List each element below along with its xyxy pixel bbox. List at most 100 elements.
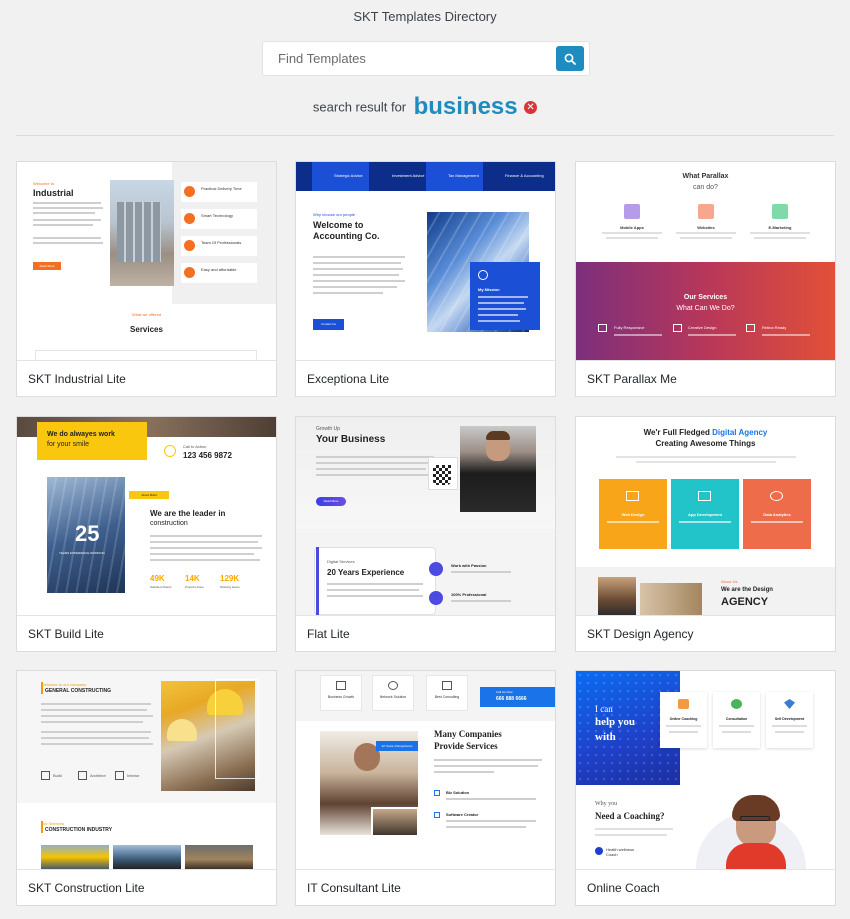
thumb-heading: Provide Services (434, 741, 498, 751)
template-card[interactable]: Business Growth Network Solution Best Co… (295, 670, 556, 906)
feature-text: Self Development (774, 717, 805, 721)
thumb-text: Our Services (41, 821, 65, 826)
template-card[interactable]: I can help you with Online Coaching Cons… (575, 670, 836, 906)
template-name[interactable]: SKT Construction Lite (17, 869, 276, 905)
template-thumbnail[interactable]: Welcome to Industrial Read More Practica… (17, 162, 276, 360)
thumb-text: construction (150, 520, 188, 527)
template-name[interactable]: SKT Build Lite (17, 615, 276, 651)
template-thumbnail[interactable]: Welcome to our company GENERAL CONSTRUCT… (17, 671, 276, 869)
template-card[interactable]: We do alwayes work for your smile Call t… (16, 416, 277, 652)
template-name[interactable]: SKT Parallax Me (576, 360, 835, 396)
template-name[interactable]: SKT Industrial Lite (17, 360, 276, 396)
thumb-heading: 20 Years Experience (327, 568, 405, 577)
thumb-text: About Us (721, 579, 738, 584)
thumb-heading: My Mission (478, 287, 500, 292)
thumb-heading: 25 (75, 521, 100, 546)
feature-text: Work with Passion (451, 563, 487, 568)
thumb-heading: Your Business (316, 434, 386, 445)
template-name[interactable]: SKT Design Agency (576, 615, 835, 651)
feature-text: Architect (90, 773, 106, 778)
thumb-heading-highlight: Digital Agency (712, 428, 768, 437)
feature-text: Software Creator (446, 812, 479, 817)
feature-text: Retina Ready (762, 325, 787, 330)
page-title: SKT Templates Directory (353, 9, 497, 24)
template-thumbnail[interactable]: Strategic Advice Investment Advice Tax M… (296, 162, 555, 360)
feature-text: Easy and affordable (201, 267, 237, 272)
thumb-heading: Many Companies (434, 729, 502, 739)
thumb-heading: What Parallax (682, 173, 729, 180)
thumb-text: We are the Design (721, 587, 773, 593)
thumb-heading: can do? (693, 184, 718, 191)
feature-text: Creative Design (688, 325, 717, 330)
thumb-nav-item: Investment Advice (392, 173, 425, 178)
feature-text: Fully Responsive (614, 325, 645, 330)
thumb-heading: Our Services (683, 294, 728, 301)
close-icon[interactable]: ✕ (524, 100, 538, 114)
thumb-heading: What Can We Do? (676, 305, 735, 312)
template-name[interactable]: IT Consultant Lite (296, 869, 555, 905)
stat-value: 49K (150, 574, 165, 583)
thumb-heading: We do alwayes work (47, 431, 115, 438)
template-name[interactable]: Flat Lite (296, 615, 555, 651)
feature-text: Online Coaching (669, 717, 698, 721)
feature-text: Data Analytics (763, 512, 791, 517)
thumb-heading: Industrial (33, 188, 74, 198)
thumb-text: Welcome to (33, 181, 55, 186)
thumb-heading: Welcome to (313, 220, 364, 230)
thumb-heading: GENERAL CONSTRUCTING (45, 688, 112, 694)
thumb-button: Read More (33, 262, 61, 270)
template-thumbnail[interactable]: We'r Full Fledged Digital Agency Creatin… (576, 417, 835, 615)
template-card[interactable]: Welcome to Industrial Read More Practica… (16, 161, 277, 397)
feature-text: Practical Delivery Time (201, 186, 242, 191)
feature-text: E-Marketing (768, 225, 792, 230)
thumb-text: 22 Years of Experience (376, 741, 418, 751)
template-name[interactable]: Online Coach (576, 869, 835, 905)
thumb-heading: Need a Coaching? (595, 811, 665, 821)
thumb-text: Digital Services (327, 559, 355, 564)
template-thumbnail[interactable]: What Parallax can do? Mobile Apps Websit… (576, 162, 835, 360)
thumb-heading: 666 888 6666 (496, 696, 527, 702)
thumb-text: Call to Action (183, 444, 207, 449)
feature-text: Consultation (725, 717, 748, 721)
thumb-nav-item: Strategic Advice (334, 173, 363, 178)
thumb-heading: Creating Awesome Things (655, 439, 756, 448)
feature-text: Interior (127, 773, 140, 778)
search-bar (262, 41, 590, 76)
template-thumbnail[interactable]: I can help you with Online Coaching Cons… (576, 671, 835, 869)
feature-text: Network Solution (379, 695, 407, 699)
result-label: search result for (312, 99, 407, 115)
search-button[interactable] (556, 46, 584, 71)
template-thumbnail[interactable]: Business Growth Network Solution Best Co… (296, 671, 555, 869)
template-card[interactable]: Growth Up Your Business Read More Digita… (295, 416, 556, 652)
thumb-text: for your smile (47, 441, 90, 448)
thumb-heading: We'r Full Fledged (643, 428, 710, 437)
feature-text: Web Design (621, 512, 645, 517)
thumb-heading: We are the leader in (150, 509, 226, 518)
stat-value: 129K (220, 574, 240, 583)
stat-label: Projects Done (185, 585, 204, 589)
thumb-text: What we offered (131, 312, 162, 317)
thumb-nav-item: Tax Management (448, 173, 479, 178)
template-card[interactable]: We'r Full Fledged Digital Agency Creatin… (575, 416, 836, 652)
thumb-text: Why choose our people (313, 212, 356, 217)
feature-text: Best Consulting (434, 695, 460, 699)
search-icon (564, 53, 576, 65)
thumb-heading: AGENCY (721, 596, 769, 608)
thumb-text: Why you (595, 801, 618, 807)
thumb-heading: CONSTRUCTION INDUSTRY (45, 827, 113, 833)
thumb-heading: help you (595, 716, 636, 728)
template-card[interactable]: What Parallax can do? Mobile Apps Websit… (575, 161, 836, 397)
feature-text: Team Of Professionals (201, 240, 242, 245)
thumb-text: Welcome to our company (41, 682, 87, 687)
template-card[interactable]: Strategic Advice Investment Advice Tax M… (295, 161, 556, 397)
feature-text: Websites (697, 225, 715, 230)
search-input[interactable] (263, 42, 553, 75)
feature-text: Build (53, 773, 62, 778)
template-thumbnail[interactable]: Growth Up Your Business Read More Digita… (296, 417, 555, 615)
thumb-button: Contact Us (313, 319, 344, 330)
template-thumbnail[interactable]: We do alwayes work for your smile Call t… (17, 417, 276, 615)
template-name[interactable]: Exceptiona Lite (296, 360, 555, 396)
template-card[interactable]: Welcome to our company GENERAL CONSTRUCT… (16, 670, 277, 906)
thumb-heading: with (595, 731, 616, 743)
feature-text: App Development (687, 512, 722, 517)
